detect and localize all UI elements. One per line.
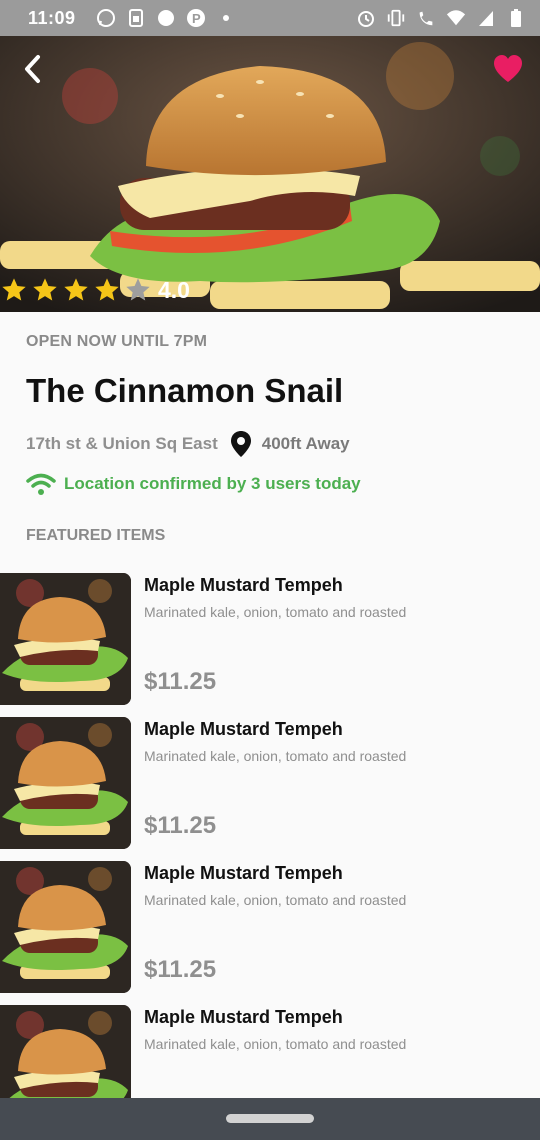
confirmation-text: Location confirmed by 3 users today bbox=[64, 474, 361, 493]
item-description: Marinated kale, onion, tomato and roaste… bbox=[144, 1036, 407, 1052]
item-thumbnail bbox=[0, 861, 131, 993]
navigation-bar bbox=[0, 1098, 540, 1140]
parking-icon: P bbox=[186, 8, 206, 28]
home-gesture-bar[interactable] bbox=[226, 1114, 314, 1123]
burger-photo bbox=[0, 36, 540, 312]
status-time: 11:09 bbox=[28, 7, 76, 28]
item-description: Marinated kale, onion, tomato and roaste… bbox=[144, 892, 407, 908]
featured-item[interactable]: Maple Mustard Tempeh Marinated kale, onio… bbox=[0, 861, 540, 993]
star-empty-icon bbox=[126, 278, 150, 301]
item-name: Maple Mustard Tempeh bbox=[144, 575, 343, 595]
item-thumbnail bbox=[0, 717, 131, 849]
item-name: Maple Mustard Tempeh bbox=[144, 863, 343, 883]
item-price: $11.25 bbox=[144, 812, 217, 839]
item-price: $11.25 bbox=[144, 668, 217, 695]
whatsapp-icon bbox=[96, 8, 116, 28]
featured-item[interactable]: Maple Mustard Tempeh Marinated kale, onio… bbox=[0, 717, 540, 849]
item-name: Maple Mustard Tempeh bbox=[144, 1007, 343, 1027]
item-name: Maple Mustard Tempeh bbox=[144, 719, 343, 739]
status-bar: 11:09 P bbox=[0, 0, 540, 36]
wifi-icon bbox=[26, 472, 56, 496]
back-button[interactable] bbox=[18, 52, 48, 86]
item-description: Marinated kale, onion, tomato and roaste… bbox=[144, 748, 407, 764]
star-filled-icon bbox=[2, 278, 26, 301]
circle-icon bbox=[156, 8, 176, 28]
location-confirmation: Location confirmed by 3 users today bbox=[26, 472, 361, 496]
vibrate-icon bbox=[386, 8, 406, 28]
battery-icon bbox=[506, 8, 526, 28]
distance: 400ft Away bbox=[261, 434, 350, 453]
signal-icon bbox=[476, 8, 496, 28]
sim-icon bbox=[126, 8, 146, 28]
map-pin-icon bbox=[230, 430, 252, 458]
featured-items-label: FEATURED ITEMS bbox=[26, 527, 166, 544]
hero-image bbox=[0, 36, 540, 312]
star-filled-icon bbox=[64, 278, 88, 301]
open-status: OPEN NOW UNTIL 7PM bbox=[26, 333, 208, 350]
chevron-left-icon bbox=[25, 55, 40, 83]
item-description: Marinated kale, onion, tomato and roaste… bbox=[144, 604, 407, 620]
star-filled-icon bbox=[95, 278, 119, 301]
rating-value: 4.0 bbox=[158, 276, 190, 303]
wifi-icon bbox=[446, 8, 466, 28]
rating: 4.0 bbox=[0, 275, 190, 305]
item-thumbnail bbox=[0, 573, 131, 705]
item-price: $11.25 bbox=[144, 956, 217, 983]
restaurant-name: The Cinnamon Snail bbox=[26, 372, 344, 409]
address-row: 17th st & Union Sq East 400ft Away bbox=[26, 430, 350, 458]
svg-text:P: P bbox=[192, 11, 201, 26]
lte-call-icon bbox=[416, 8, 436, 28]
favorite-button[interactable] bbox=[492, 54, 524, 84]
alarm-icon bbox=[356, 8, 376, 28]
featured-item[interactable]: Maple Mustard Tempeh Marinated kale, onio… bbox=[0, 573, 540, 705]
heart-icon bbox=[494, 55, 522, 82]
star-filled-icon bbox=[33, 278, 57, 301]
dot-icon bbox=[216, 8, 236, 28]
star-rating bbox=[0, 276, 152, 304]
address: 17th st & Union Sq East bbox=[26, 434, 218, 453]
